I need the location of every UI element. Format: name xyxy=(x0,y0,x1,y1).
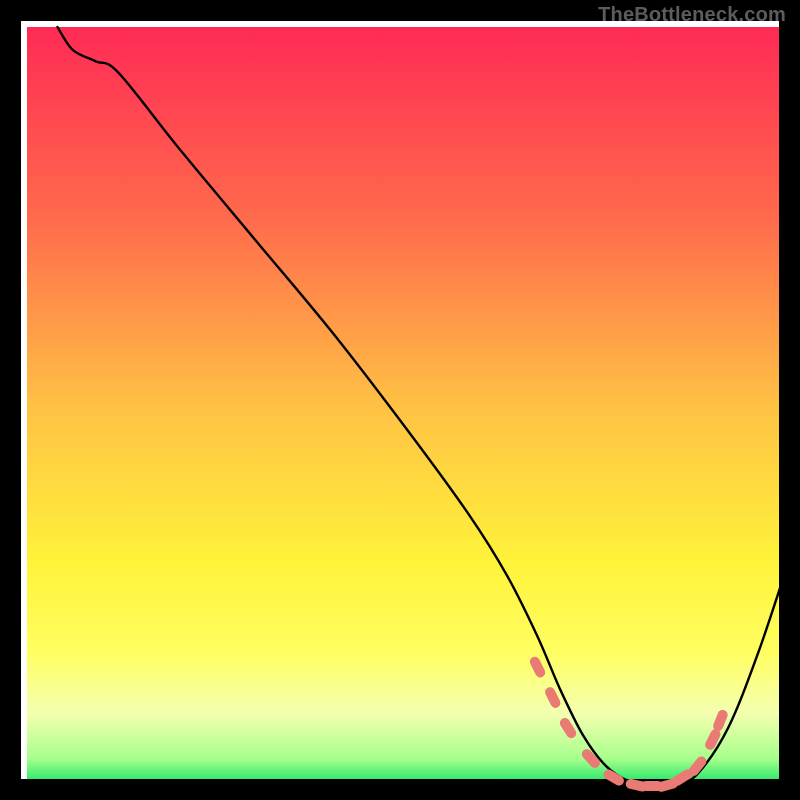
highlight-dot xyxy=(694,761,701,770)
highlight-dot xyxy=(677,774,687,780)
highlight-dot xyxy=(718,715,722,726)
highlight-dot xyxy=(631,784,643,787)
bottleneck-chart xyxy=(0,0,800,800)
highlight-dot xyxy=(609,775,619,781)
highlight-dot xyxy=(565,723,571,733)
plot-background xyxy=(27,27,789,789)
highlight-dot xyxy=(550,692,555,703)
highlight-dot xyxy=(661,784,673,787)
highlight-dot xyxy=(587,754,595,763)
watermark-text: TheBottleneck.com xyxy=(598,4,786,27)
chart-container: TheBottleneck.com xyxy=(0,0,800,800)
highlight-dot xyxy=(710,734,715,745)
highlight-dot xyxy=(535,662,540,673)
